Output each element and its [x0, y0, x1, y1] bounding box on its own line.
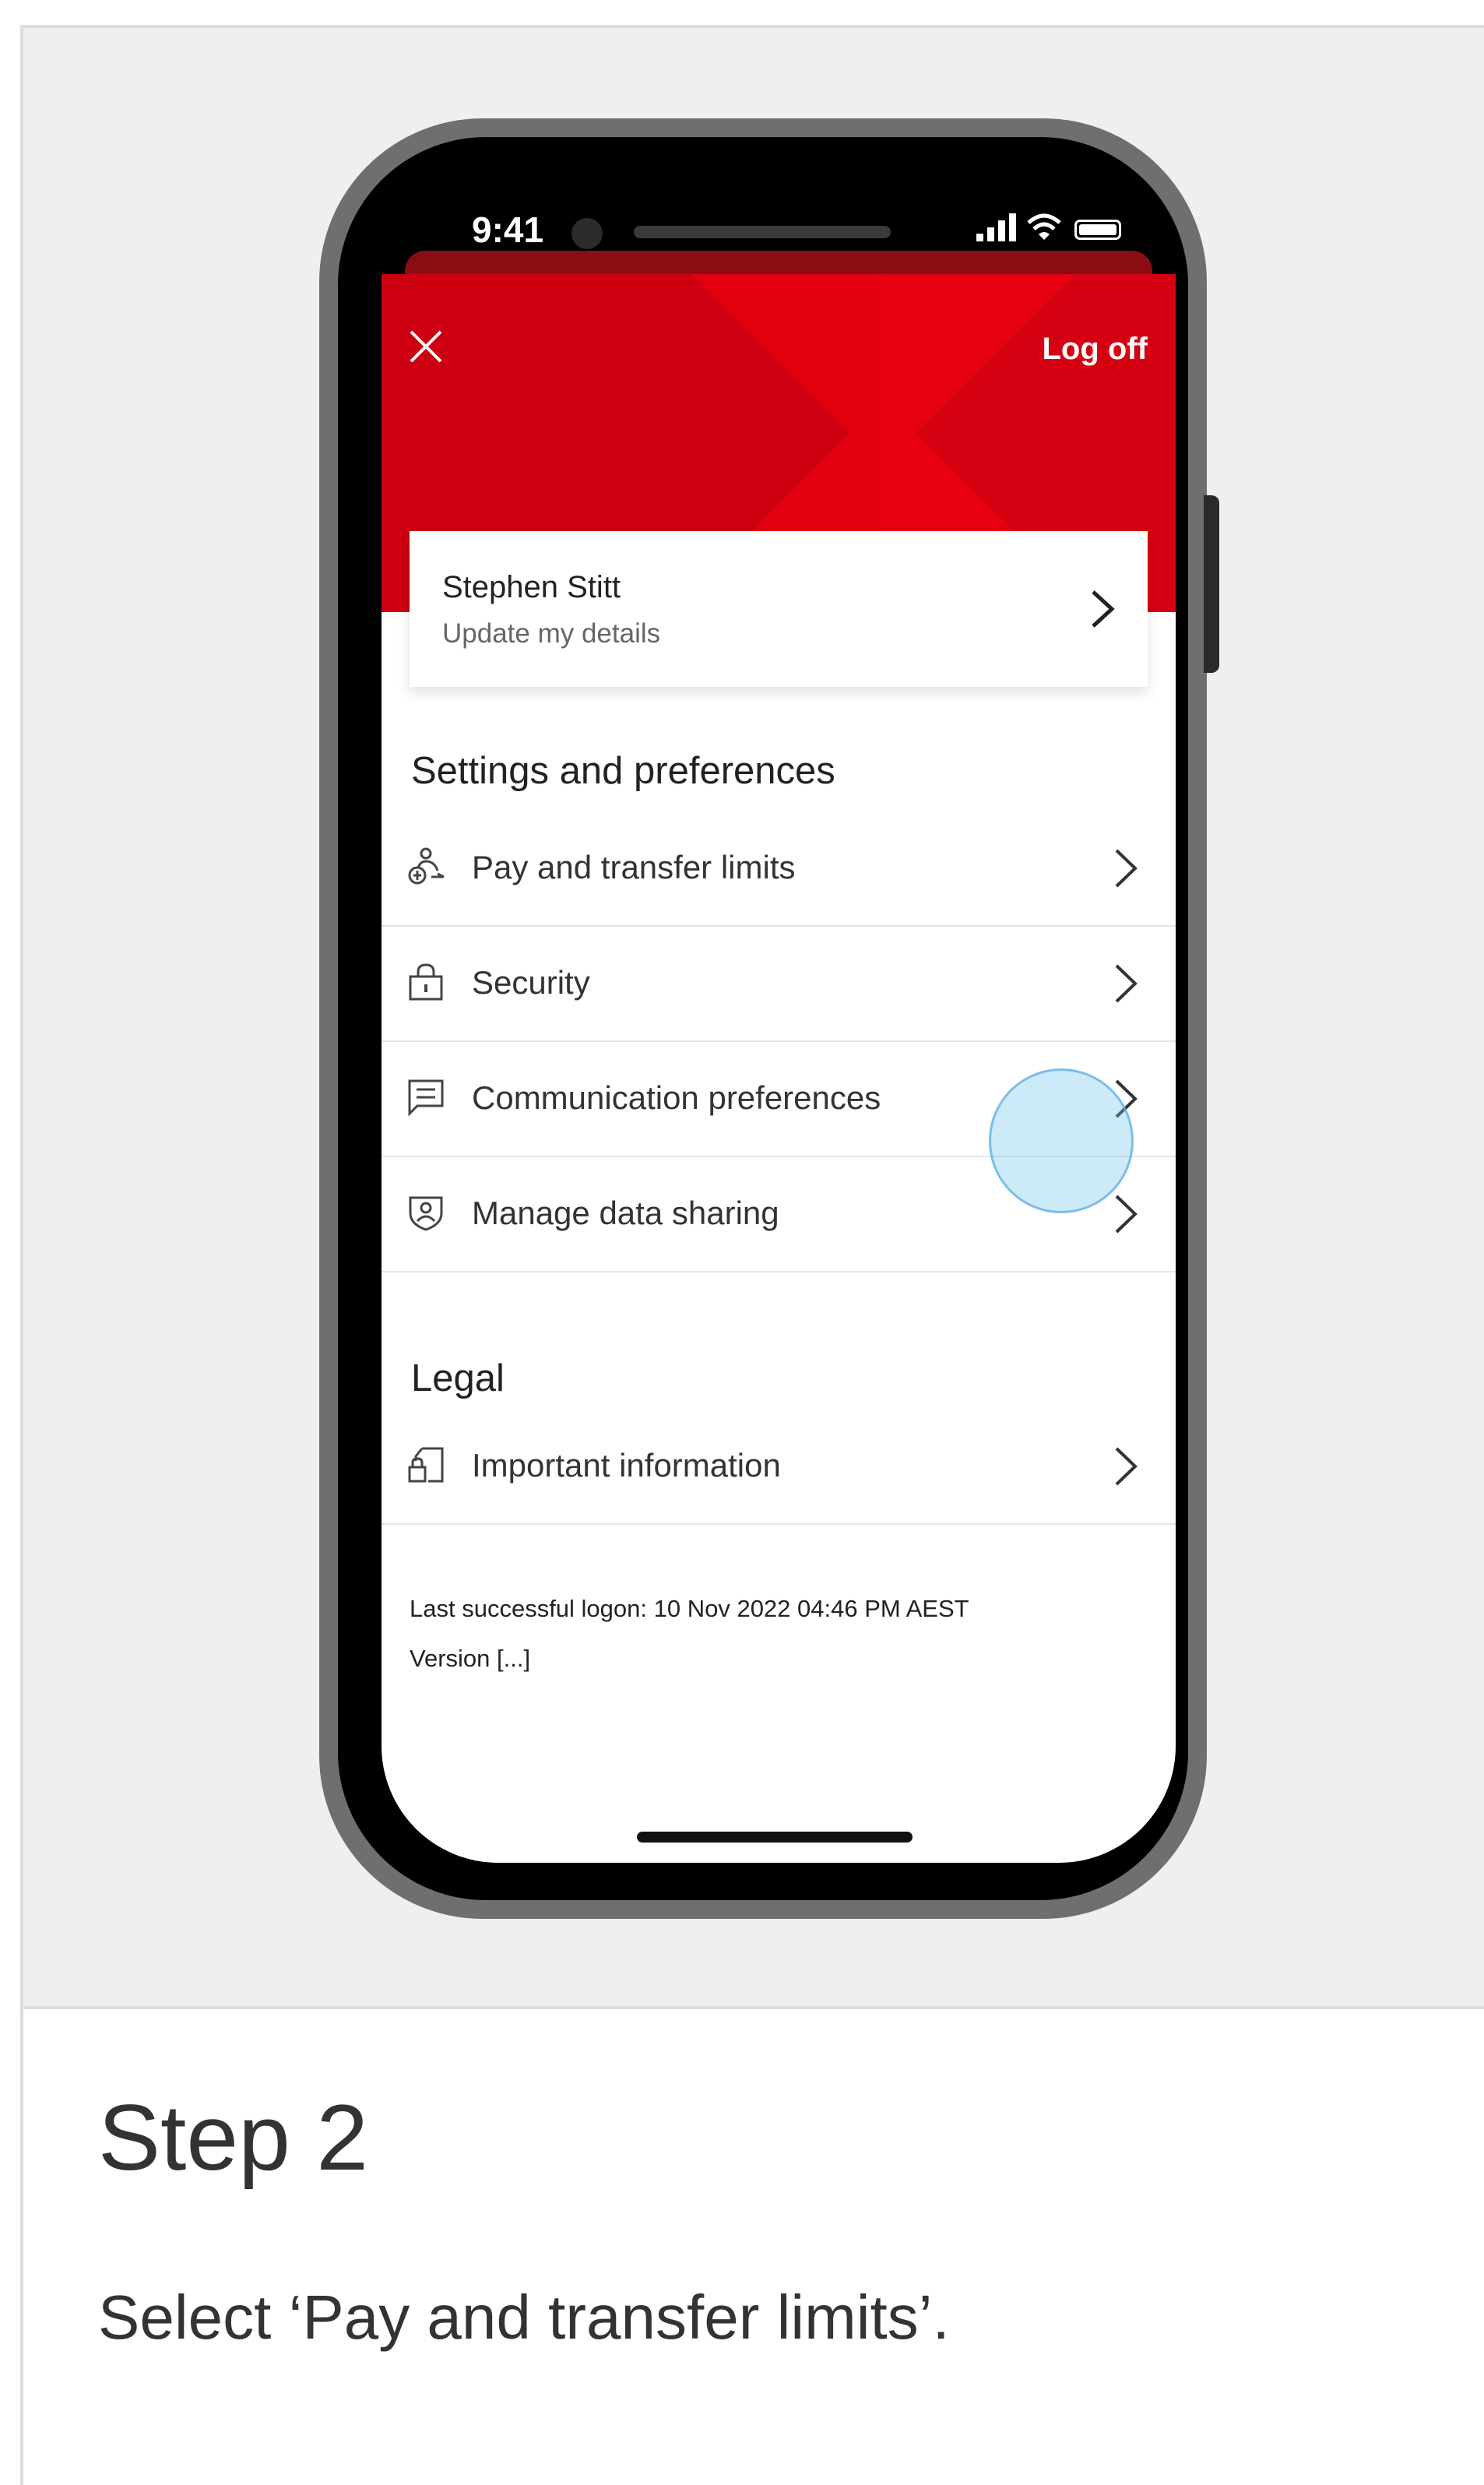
menu-item-label: Security	[472, 964, 590, 1001]
person-money-icon	[408, 847, 445, 885]
chevron-right-icon	[1115, 1195, 1138, 1234]
legal-section-title: Legal	[411, 1357, 505, 1399]
chevron-right-icon	[1115, 964, 1138, 1003]
phone-frame: 9:41 Log off Stephen Stitt Update my det…	[319, 118, 1207, 1919]
menu-item-label: Important information	[472, 1447, 781, 1484]
message-icon	[408, 1079, 444, 1117]
settings-section-title: Settings and preferences	[411, 750, 835, 792]
close-icon[interactable]	[408, 329, 444, 364]
phone-bezel: 9:41 Log off Stephen Stitt Update my det…	[338, 137, 1188, 1900]
phone-side-button	[1204, 495, 1219, 673]
camera-icon	[571, 218, 603, 249]
app-screen: Log off Stephen Stitt Update my details …	[382, 274, 1176, 1863]
menu-item-label: Manage data sharing	[472, 1195, 779, 1231]
step-description: Select ‘Pay and transfer limits’.	[98, 2283, 950, 2352]
home-indicator[interactable]	[637, 1832, 913, 1843]
chevron-right-icon	[1092, 590, 1115, 628]
speaker-grille	[634, 226, 891, 238]
step-title: Step 2	[98, 2085, 368, 2190]
signal-icon	[976, 213, 1016, 241]
menu-item-security[interactable]: Security	[382, 927, 1176, 1042]
menu-item-important-information[interactable]: Important information	[382, 1410, 1176, 1525]
menu-item-pay-transfer-limits[interactable]: Pay and transfer limits	[382, 811, 1176, 927]
menu-item-label: Communication preferences	[472, 1079, 881, 1116]
status-bar: 9:41	[338, 137, 1188, 269]
wifi-icon	[1027, 213, 1061, 240]
status-time: 9:41	[472, 209, 544, 250]
chevron-right-icon	[1115, 1447, 1138, 1486]
tap-indicator	[989, 1068, 1134, 1213]
profile-name: Stephen Stitt	[442, 570, 621, 604]
profile-subtitle: Update my details	[442, 618, 661, 649]
logoff-button[interactable]: Log off	[1043, 332, 1148, 367]
battery-icon	[1074, 220, 1121, 240]
version-text: Version [...]	[410, 1645, 531, 1672]
phone-stage: 9:41 Log off Stephen Stitt Update my det…	[23, 28, 1484, 2009]
shield-user-icon	[409, 1196, 443, 1231]
step-card: 9:41 Log off Stephen Stitt Update my det…	[20, 25, 1484, 2485]
chevron-right-icon	[1115, 849, 1138, 888]
menu-item-label: Pay and transfer limits	[472, 849, 796, 885]
profile-card[interactable]: Stephen Stitt Update my details	[410, 531, 1148, 687]
lock-icon	[409, 963, 443, 1001]
document-lock-icon	[408, 1447, 444, 1483]
last-logon-text: Last successful logon: 10 Nov 2022 04:46…	[410, 1595, 969, 1622]
